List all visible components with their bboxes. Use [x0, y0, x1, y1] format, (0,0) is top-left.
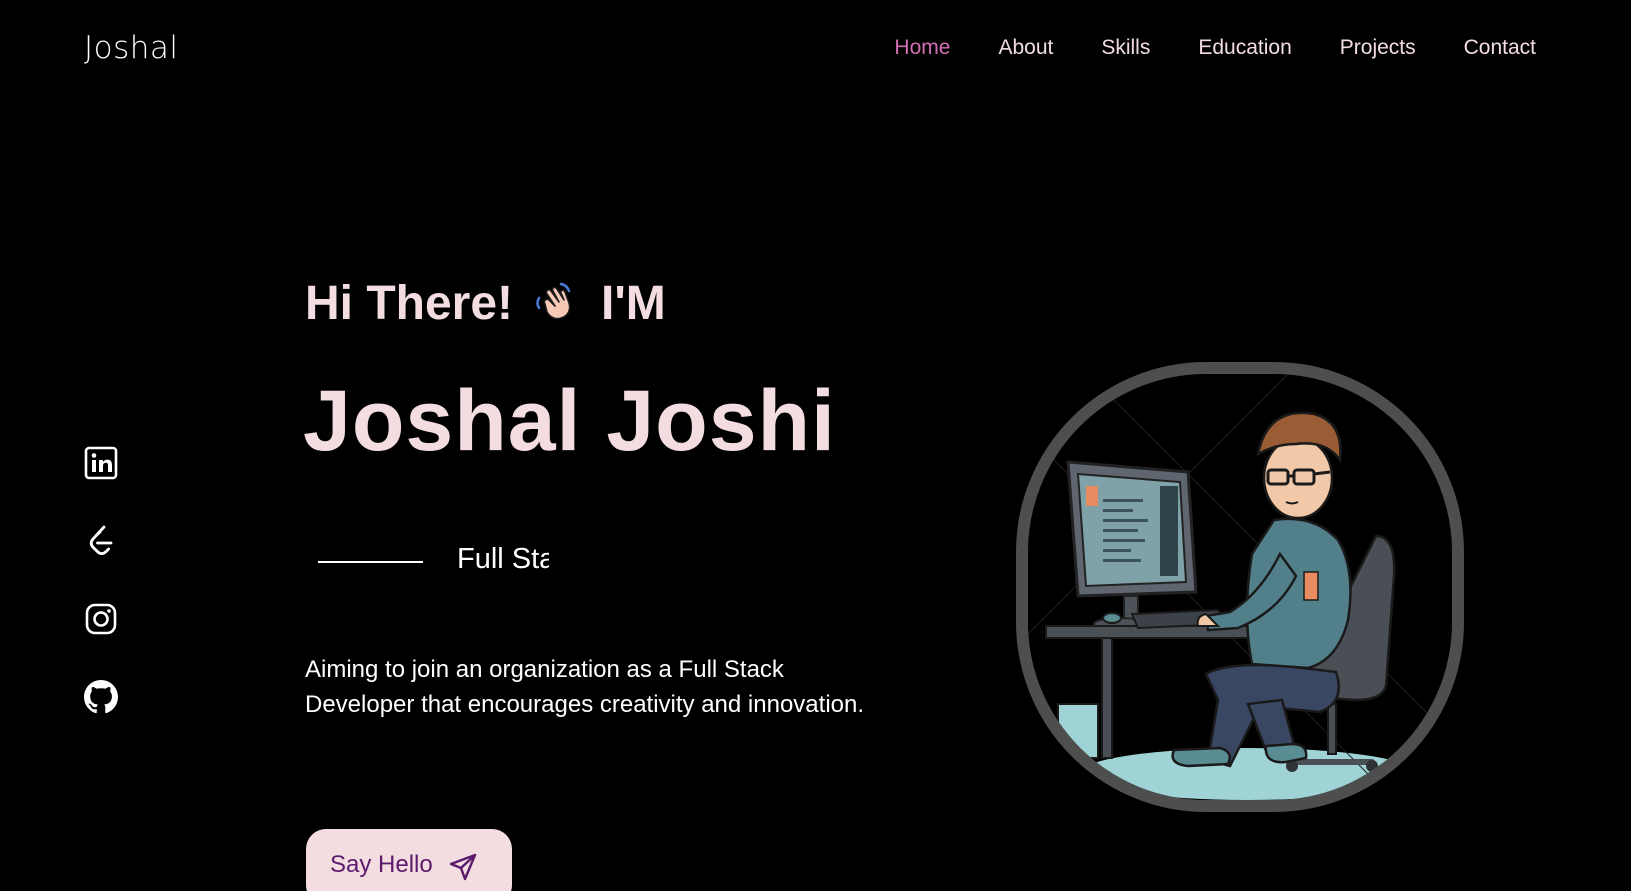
waving-hand-icon [531, 278, 583, 330]
social-links [84, 446, 118, 714]
developer-illustration [1016, 362, 1464, 812]
nav-home[interactable]: Home [894, 36, 950, 60]
linkedin-icon[interactable] [84, 446, 118, 480]
paper-plane-icon [449, 853, 476, 881]
portfolio-page: Joshal Home About Skills Education Proje… [0, 0, 1631, 891]
main-nav: Home About Skills Education Projects Con… [894, 36, 1536, 60]
github-icon[interactable] [84, 680, 118, 714]
greeting-text: Hi There! [305, 277, 514, 330]
nav-projects[interactable]: Projects [1340, 36, 1416, 60]
say-hello-label: Say Hello [330, 851, 433, 878]
hero-name: Joshal Joshi [303, 373, 836, 469]
site-logo[interactable]: Joshal [84, 30, 179, 66]
instagram-icon[interactable] [84, 602, 118, 636]
leetcode-icon[interactable] [84, 524, 118, 558]
say-hello-button[interactable]: Say Hello [306, 829, 512, 891]
typing-role: Full Sta [457, 543, 549, 575]
role-divider [318, 561, 423, 563]
nav-contact[interactable]: Contact [1464, 36, 1536, 60]
nav-skills[interactable]: Skills [1101, 36, 1150, 60]
nav-about[interactable]: About [998, 36, 1053, 60]
hero-description: Aiming to join an organization as a Full… [305, 656, 865, 718]
greeting-suffix: I'M [601, 277, 666, 330]
developer-at-desk-image [1028, 374, 1452, 800]
nav-education[interactable]: Education [1198, 36, 1291, 60]
hero-greeting: Hi There! I'M [305, 276, 666, 331]
